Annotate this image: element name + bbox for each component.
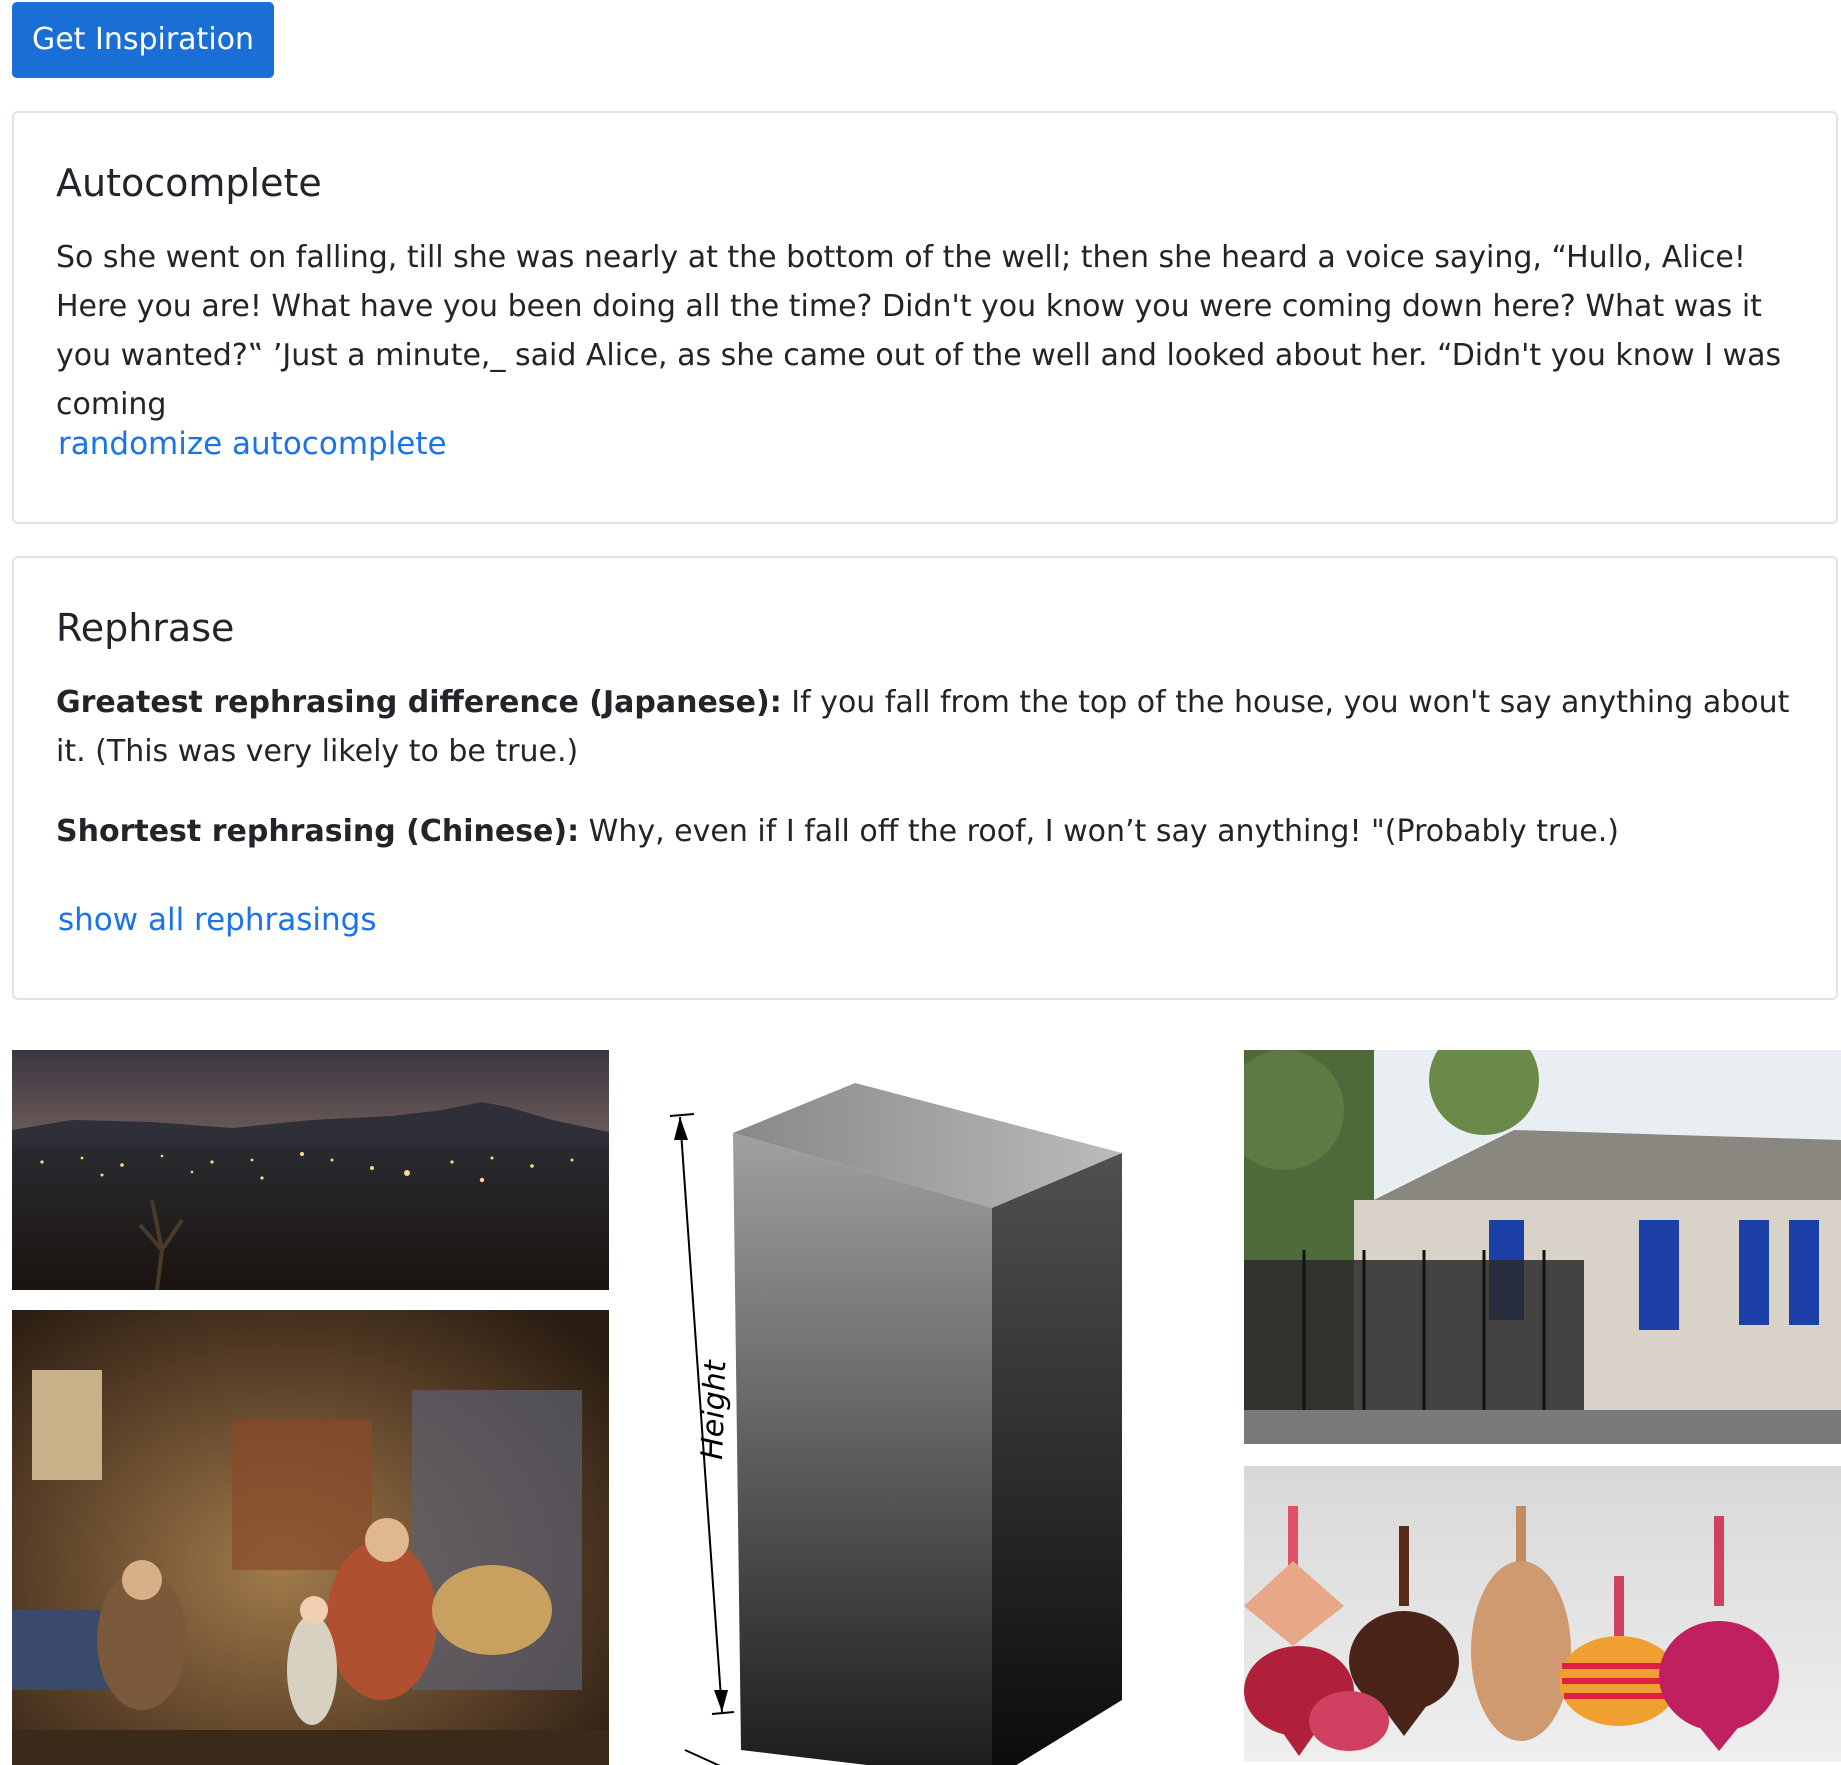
rephrase-item: Greatest rephrasing difference (Japanese…: [56, 678, 1794, 776]
autocomplete-text: So she went on falling, till she was nea…: [56, 240, 1782, 422]
height-label: Height: [695, 1359, 733, 1461]
randomize-autocomplete-link[interactable]: randomize autocomplete: [58, 426, 447, 462]
box-diagram-image[interactable]: Height: [630, 1050, 1220, 1765]
page: Get Inspiration Autocomplete So she went…: [0, 0, 1841, 1765]
autocomplete-card: Autocomplete So she went on falling, til…: [12, 111, 1838, 524]
autocomplete-title: Autocomplete: [56, 161, 322, 205]
house-image[interactable]: [1244, 1050, 1841, 1444]
rephrase-card: Rephrase Greatest rephrasing difference …: [12, 556, 1838, 1000]
show-all-rephrasings-link[interactable]: show all rephrasings: [58, 902, 377, 938]
night-landscape-image[interactable]: [12, 1050, 609, 1290]
rephrase-item-label: Greatest rephrasing difference (Japanese…: [56, 685, 782, 720]
rephrase-item-label: Shortest rephrasing (Chinese):: [56, 814, 580, 849]
rephrase-item: Shortest rephrasing (Chinese): Why, even…: [56, 807, 1794, 856]
rephrase-title: Rephrase: [56, 606, 235, 650]
rephrase-item-text: Why, even if I fall off the roof, I won’…: [579, 814, 1620, 849]
get-inspiration-button[interactable]: Get Inspiration: [12, 2, 274, 78]
family-painting-image[interactable]: [12, 1310, 609, 1765]
spinning-tops-image[interactable]: [1244, 1466, 1841, 1762]
